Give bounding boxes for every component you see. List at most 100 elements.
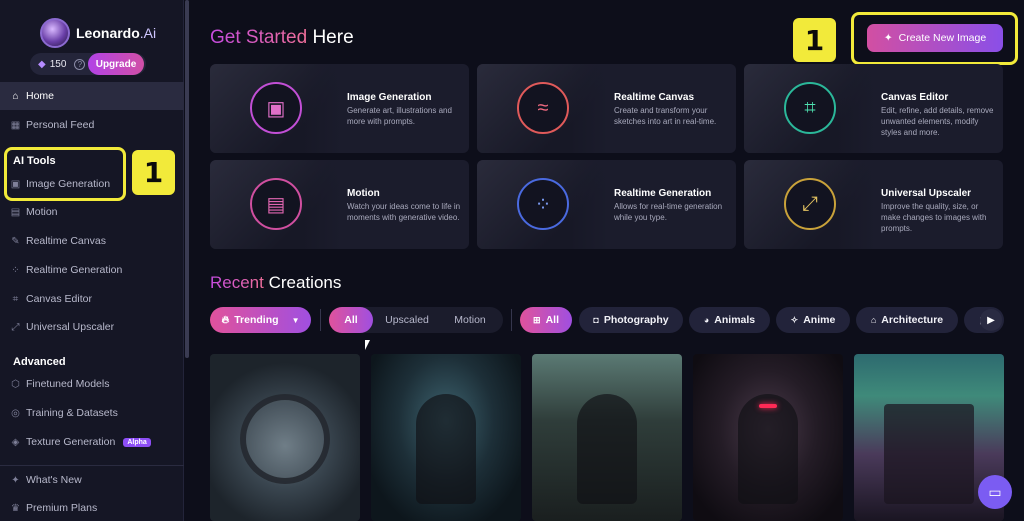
building-icon: ⌂ [870,315,877,325]
card-realtime-canvas[interactable]: ≈ Realtime Canvas Create and transform y… [477,64,736,153]
sidebar-item-home[interactable]: ⌂ Home [0,82,184,110]
brand[interactable]: Leonardo.Ai [40,18,156,48]
thumbnail-subject [884,404,974,504]
sidebar-item-realtime-canvas[interactable]: ✎ Realtime Canvas [0,227,184,255]
cube-icon: ⬡ [11,378,20,390]
creation-thumbnail[interactable] [371,354,521,521]
sidebar-item-whats-new[interactable]: ✦ What's New [0,466,184,494]
brush-icon: ✎ [11,235,20,247]
thumbnail-subject [738,394,798,504]
sidebar-item-label: Realtime Canvas [26,235,106,247]
upgrade-button[interactable]: Upgrade [88,53,144,75]
info-icon[interactable]: ? [74,58,86,70]
filter-all-button[interactable]: All [329,307,373,333]
sidebar-item-realtime-generation[interactable]: ⁘ Realtime Generation [0,256,184,284]
card-universal-upscaler[interactable]: ⤢ Universal Upscaler Improve the quality… [744,160,1003,249]
thumbnail-subject [577,394,637,504]
gift-icon: ✦ [11,474,20,486]
creation-thumbnail[interactable] [532,354,682,521]
filter-motion-button[interactable]: Motion [442,307,498,333]
mouse-cursor [365,340,370,350]
sidebar-item-universal-upscaler[interactable]: ⤢ Universal Upscaler [0,313,184,341]
filter-divider [511,309,512,331]
sidebar-scrollbar[interactable] [185,0,189,358]
card-canvas-editor[interactable]: ⌗ Canvas Editor Edit, refine, add detail… [744,64,1003,153]
sidebar-item-label: Personal Feed [26,119,95,131]
card-title: Universal Upscaler [881,188,972,199]
card-description: Allows for real-time generation while yo… [614,202,723,222]
category-label: All [545,314,559,326]
sidebar-item-label: Realtime Generation [26,264,123,276]
card-image-generation[interactable]: ▣ Image Generation Generate art, illustr… [210,64,469,153]
filter-upscaled-button[interactable]: Upscaled [378,307,436,333]
crown-icon: ♛ [11,502,20,514]
thumbnail-detail [759,404,777,408]
thumbnail-subject [240,394,330,484]
brand-name: Leonardo.Ai [76,25,157,41]
sparkle-icon: ✧ [790,314,799,325]
sidebar-item-training-datasets[interactable]: ◎ Training & Datasets [0,399,184,427]
card-title: Image Generation [347,92,432,103]
category-label: Animals [714,314,756,326]
filter-divider [320,309,321,331]
dots-grid-icon: ⁘ [11,264,20,276]
card-title: Realtime Canvas [614,92,695,103]
category-anime-button[interactable]: ✧ Anime [776,307,850,333]
page-title: Get Started Here [210,27,354,48]
card-title: Canvas Editor [881,92,949,103]
sidebar-item-label: Texture Generation [26,436,116,448]
card-description: Create and transform your sketches into … [614,106,717,126]
chevron-right-icon[interactable]: ▶ [980,309,1002,331]
dataset-icon: ◎ [11,407,20,419]
card-realtime-generation[interactable]: ⁘ Realtime Generation Allows for real-ti… [477,160,736,249]
sidebar-item-texture-generation[interactable]: ◈ Texture Generation Alpha [0,428,184,456]
category-label: Anime [803,314,836,326]
create-new-image-label: Create New Image [898,32,987,44]
sidebar-item-label: Universal Upscaler [26,321,115,333]
sidebar-item-personal-feed[interactable]: ▦ Personal Feed [0,111,184,139]
card-motion[interactable]: ▤ Motion Watch your ideas come to life i… [210,160,469,249]
highlight-box-ai-tools [4,147,126,201]
texture-icon: ◈ [11,436,20,448]
creation-thumbnail[interactable] [210,354,360,521]
crop-icon: ⌗ [12,293,19,305]
sidebar-item-canvas-editor[interactable]: ⌗ Canvas Editor [0,285,184,313]
chat-support-button[interactable]: ▭ [978,475,1012,509]
apps-grid-icon: ⁘ [517,178,569,230]
category-all-button[interactable]: ⊞ All [520,307,572,333]
sidebar-item-label: Home [26,90,55,102]
category-label: Architecture [881,314,944,326]
home-icon: ⌂ [12,90,19,102]
recent-creations-title: Recent Creations [210,273,342,292]
logo-avatar [40,18,70,48]
image-gallery-icon: ▣ [250,82,302,134]
app-root: Leonardo.Ai ◆ 150 ? Upgrade ⌂ Home ▦ Per… [0,0,1024,521]
thumbnail-subject [416,394,476,504]
category-photography-button[interactable]: ◘ Photography [579,307,683,333]
creation-thumbnail[interactable] [693,354,843,521]
sidebar-item-finetuned-models[interactable]: ⬡ Finetuned Models [0,370,184,398]
card-description: Edit, refine, add details, remove unwant… [881,106,994,137]
sidebar-item-motion[interactable]: ▤ Motion [0,198,184,226]
trending-dropdown[interactable]: 🔥︎ Trending ▼ [210,307,311,333]
trending-label: Trending [234,314,279,326]
alpha-badge: Alpha [123,437,151,447]
sidebar-item-label: What's New [26,474,82,486]
create-new-image-button[interactable]: ✦ Create New Image [867,24,1003,52]
category-animals-button[interactable]: ◕ Animals [689,307,770,333]
sidebar-item-label: Finetuned Models [26,378,110,390]
film-strip-icon: ▤ [250,178,302,230]
card-title: Motion [347,188,380,199]
annotation-marker: 1 [793,18,836,62]
grid-icon: ▦ [10,119,21,131]
card-description: Watch your ideas come to life in moments… [347,202,461,222]
cat-icon: ◕ [703,315,710,325]
vector-square-icon: ⌗ [784,82,836,134]
sidebar-item-label: Training & Datasets [26,407,118,419]
upscale-icon: ⤢ [11,321,20,333]
card-title: Realtime Generation [614,188,712,199]
card-description: Improve the quality, size, or make chang… [881,202,987,233]
category-architecture-button[interactable]: ⌂ Architecture [856,307,958,333]
chevron-down-icon: ▼ [291,315,300,325]
sidebar-item-premium-plans[interactable]: ♛ Premium Plans [0,494,184,521]
